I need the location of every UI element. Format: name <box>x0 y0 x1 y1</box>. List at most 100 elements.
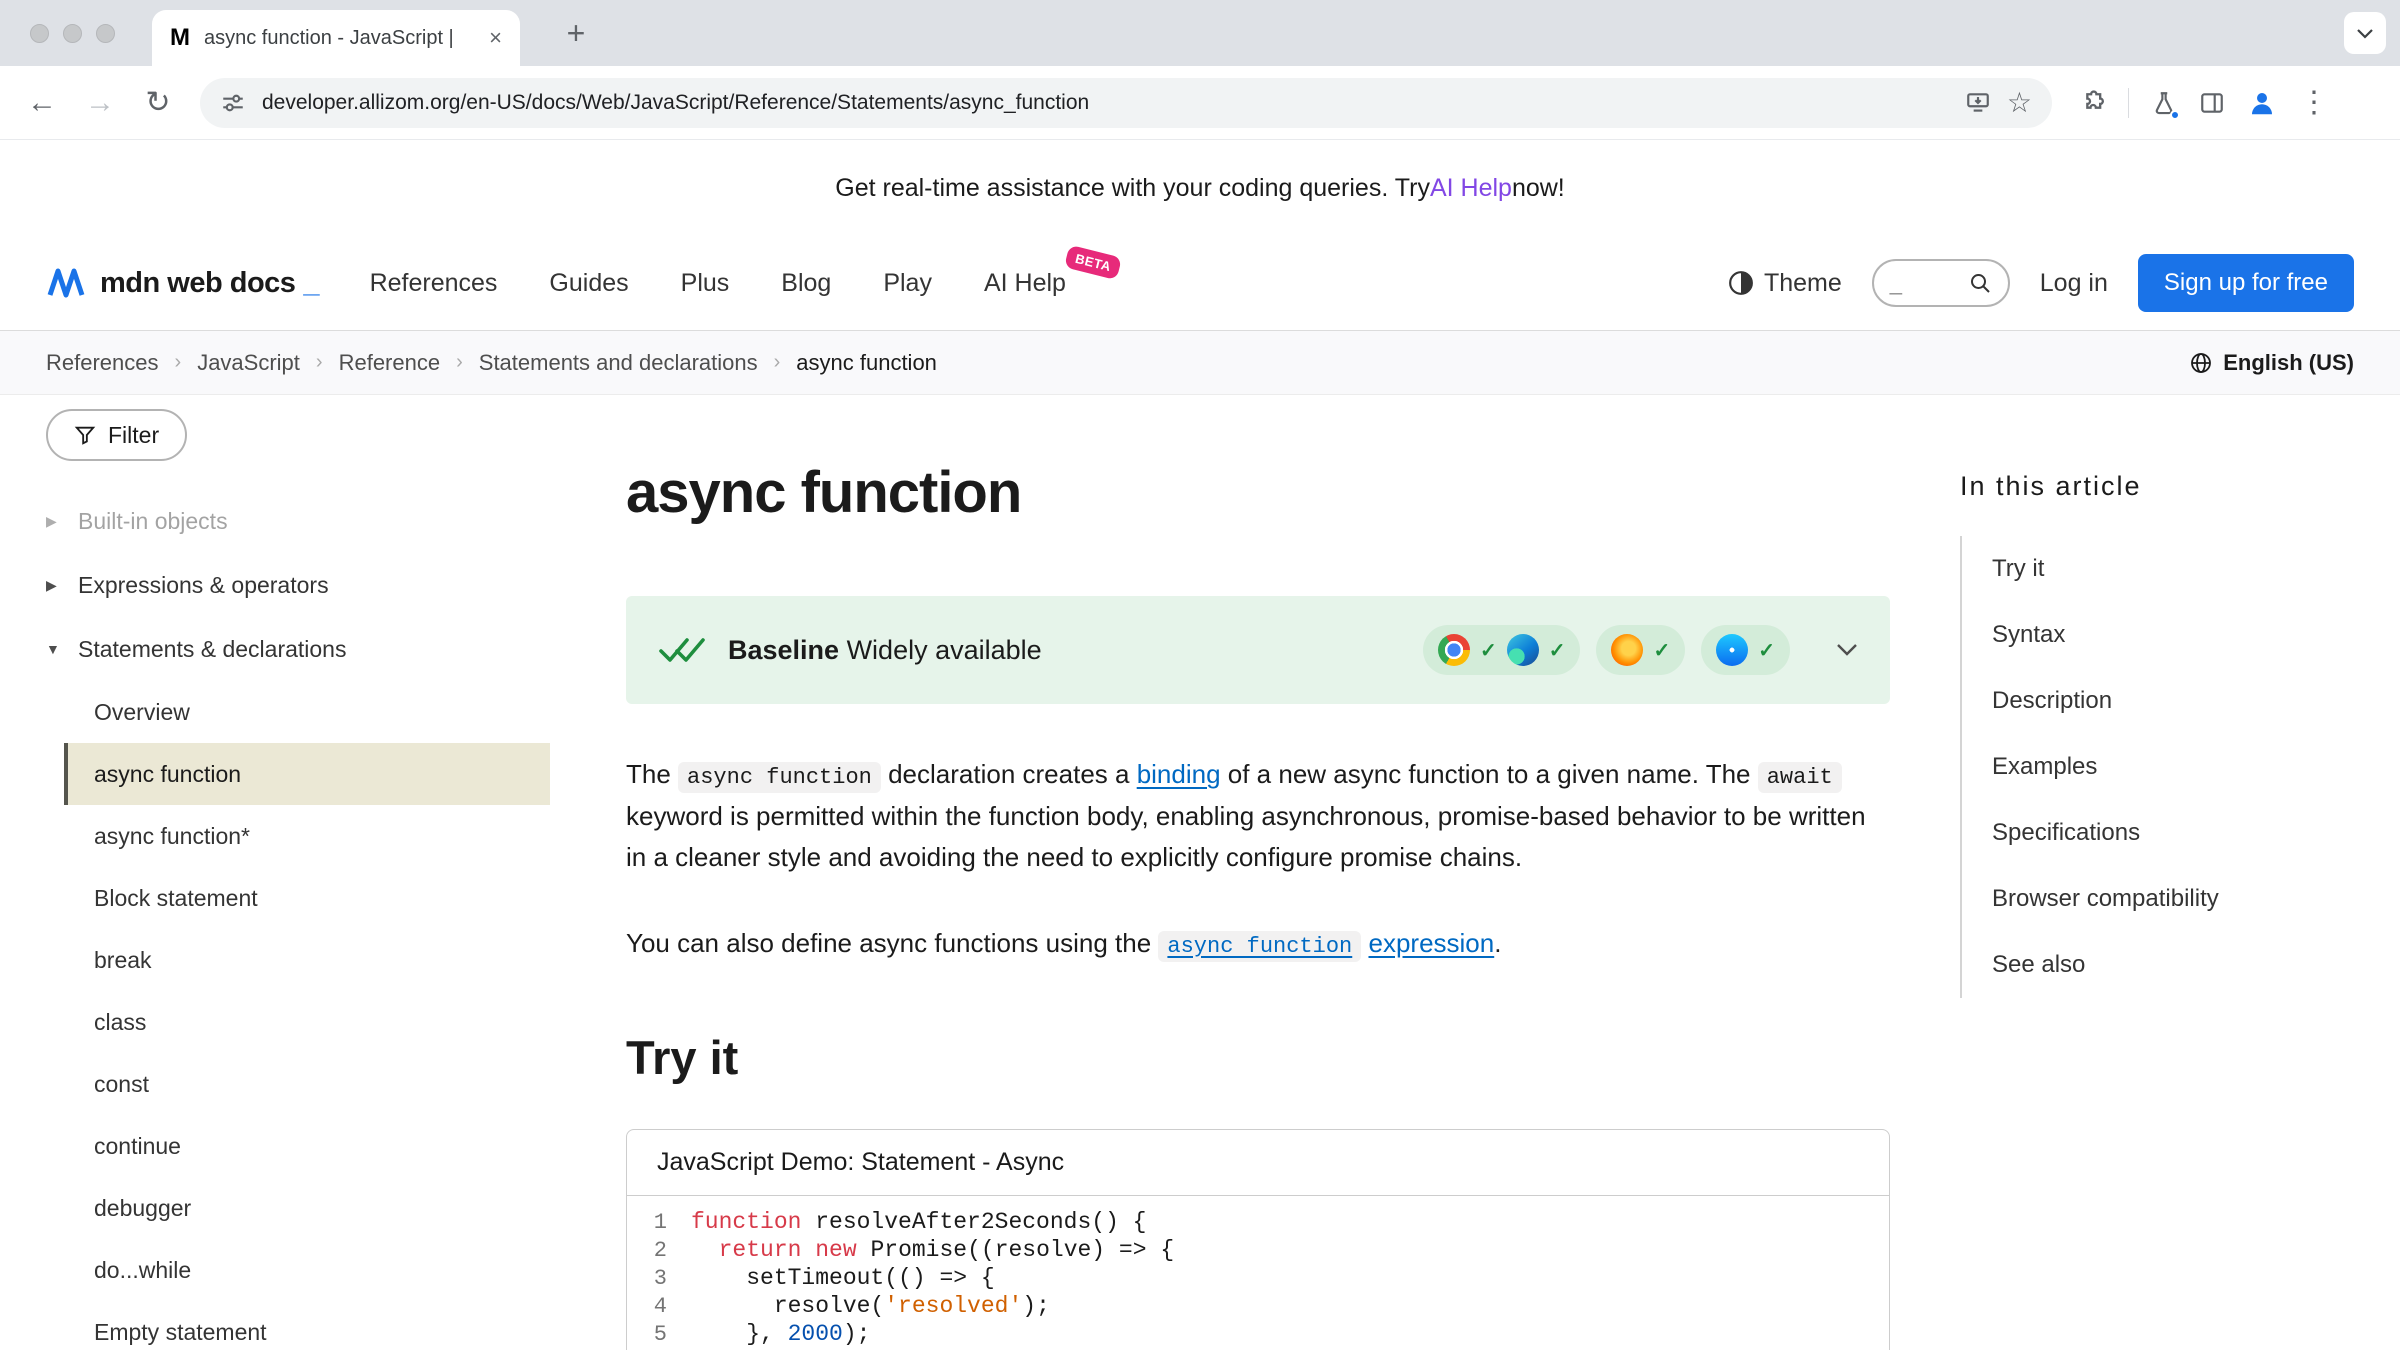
line-number: 3 <box>627 1266 691 1291</box>
promo-ai-help-link[interactable]: AI Help <box>1430 174 1512 203</box>
code-token <box>801 1237 815 1263</box>
window-controls <box>30 24 115 43</box>
side-panel-icon[interactable] <box>2199 90 2225 116</box>
breadcrumb-separator-icon: › <box>316 351 323 374</box>
sidebar-section-label: Built-in objects <box>78 508 228 535</box>
sidebar-item-do-while[interactable]: do...while <box>64 1239 550 1301</box>
toolbar-separator <box>2128 88 2129 118</box>
code-text: setTimeout(() => { <box>691 1265 995 1291</box>
toc-link-see-also[interactable]: See also <box>1992 951 2085 978</box>
check-icon: ✓ <box>1480 638 1497 663</box>
sidebar-section-built-in-objects[interactable]: ▶ Built-in objects <box>46 489 550 553</box>
beta-badge: BETA <box>1064 244 1122 279</box>
breadcrumb-item-statements-and-declarations[interactable]: Statements and declarations <box>479 350 758 376</box>
forward-button[interactable]: → <box>76 79 124 127</box>
maximize-window-button[interactable] <box>96 24 115 43</box>
sidebar-item-async-function[interactable]: async function* <box>64 805 550 867</box>
sidebar-item-const[interactable]: const <box>64 1053 550 1115</box>
text: . <box>1494 928 1501 958</box>
sidebar-item-class[interactable]: class <box>64 991 550 1053</box>
browser-toolbar: ← → ↻ developer.allizom.org/en-US/docs/W… <box>0 66 2400 140</box>
theme-toggle[interactable]: Theme <box>1728 269 1842 298</box>
minimize-window-button[interactable] <box>63 24 82 43</box>
code-token: new <box>815 1237 856 1263</box>
line-number: 2 <box>627 1238 691 1263</box>
chevron-collapsed-icon: ▶ <box>46 513 64 530</box>
reload-button[interactable]: ↻ <box>134 79 182 127</box>
tab-search-button[interactable] <box>2344 12 2386 54</box>
nav-item-blog[interactable]: Blog <box>781 269 831 298</box>
profile-avatar-icon[interactable] <box>2247 88 2277 118</box>
text: keyword is permitted within the function… <box>626 801 1866 873</box>
sidebar-item-debugger[interactable]: debugger <box>64 1177 550 1239</box>
code-editor[interactable]: 1function resolveAfter2Seconds() {2 retu… <box>627 1196 1889 1350</box>
breadcrumb-item-reference[interactable]: Reference <box>339 350 441 376</box>
browser-menu-icon[interactable]: ⋮ <box>2299 85 2329 120</box>
baseline-expand-button[interactable] <box>1836 643 1858 657</box>
extensions-icon[interactable] <box>2078 89 2106 117</box>
breadcrumb-separator-icon: › <box>456 351 463 374</box>
breadcrumb: References›JavaScript›Reference›Statemen… <box>46 350 937 376</box>
toc-link-syntax[interactable]: Syntax <box>1992 621 2065 648</box>
text: declaration creates a <box>881 759 1137 789</box>
search-input[interactable]: _ <box>1872 259 2010 307</box>
header-right: Theme _ Log in Sign up for free <box>1728 254 2354 312</box>
toc-item-description: Description <box>1962 668 2320 734</box>
toc-link-try-it[interactable]: Try it <box>1992 555 2044 582</box>
browser-tab[interactable]: M async function - JavaScript | × <box>152 10 520 66</box>
sidebar-item-async-function[interactable]: async function <box>64 743 550 805</box>
table-of-contents: In this article Try itSyntaxDescriptionE… <box>1960 395 2320 1350</box>
search-icon <box>1968 271 1992 295</box>
sidebar-item-empty-statement[interactable]: Empty statement <box>64 1301 550 1350</box>
baseline-text: Baseline Widely available <box>728 635 1042 666</box>
new-tab-button[interactable]: + <box>556 13 596 53</box>
code-link-async-function[interactable]: async function <box>1158 928 1361 958</box>
sidebar-section-expressions-operators[interactable]: ▶Expressions & operators <box>46 553 550 617</box>
signup-button[interactable]: Sign up for free <box>2138 254 2354 312</box>
firefox-icon <box>1611 634 1643 666</box>
toc-link-examples[interactable]: Examples <box>1992 753 2097 780</box>
filter-button[interactable]: Filter <box>46 409 187 461</box>
code-text: }, 2000); <box>691 1321 870 1347</box>
sidebar-section-statements-declarations[interactable]: ▼Statements & declarations <box>46 617 550 681</box>
inline-code: async function <box>678 762 881 793</box>
sidebar: Filter ▶ Built-in objects ▶Expressions & o… <box>0 395 590 1350</box>
language-switcher[interactable]: English (US) <box>2189 350 2354 376</box>
text-link-binding[interactable]: binding <box>1137 759 1221 789</box>
sidebar-item-break[interactable]: break <box>64 929 550 991</box>
promo-banner: Get real-time assistance with your codin… <box>0 140 2400 236</box>
toc-link-browser-compatibility[interactable]: Browser compatibility <box>1992 885 2219 912</box>
nav-item-plus[interactable]: Plus <box>681 269 730 298</box>
language-label: English (US) <box>2223 350 2354 376</box>
sidebar-item-overview[interactable]: Overview <box>64 681 550 743</box>
back-button[interactable]: ← <box>18 79 66 127</box>
breadcrumb-item-async-function[interactable]: async function <box>796 350 937 376</box>
labs-button[interactable] <box>2151 90 2177 116</box>
chrome-icon <box>1438 634 1470 666</box>
mdn-logo[interactable]: mdn web docs _ <box>46 267 320 300</box>
text-link-expression[interactable]: expression <box>1368 928 1494 958</box>
nav-item-ai-help[interactable]: AI HelpBETA <box>984 269 1066 298</box>
code-token: ); <box>1022 1293 1050 1319</box>
toc-link-specifications[interactable]: Specifications <box>1992 819 2140 846</box>
baseline-browser-groups: ✓✓✓✓ <box>1423 625 1790 675</box>
filter-label: Filter <box>108 422 159 449</box>
close-tab-icon[interactable]: × <box>489 25 502 51</box>
install-icon[interactable] <box>1965 90 1991 116</box>
nav-item-references[interactable]: References <box>370 269 498 298</box>
site-settings-icon[interactable] <box>220 90 246 116</box>
breadcrumb-item-javascript[interactable]: JavaScript <box>197 350 300 376</box>
toc-link-description[interactable]: Description <box>1992 687 2112 714</box>
url-bar[interactable]: developer.allizom.org/en-US/docs/Web/Jav… <box>200 78 2052 128</box>
article: async function Baseline Widely available… <box>590 395 1890 1350</box>
browser-support-group: ✓ <box>1701 625 1790 675</box>
close-window-button[interactable] <box>30 24 49 43</box>
url-text[interactable]: developer.allizom.org/en-US/docs/Web/Jav… <box>262 91 1949 115</box>
sidebar-item-block-statement[interactable]: Block statement <box>64 867 550 929</box>
sidebar-item-continue[interactable]: continue <box>64 1115 550 1177</box>
login-link[interactable]: Log in <box>2040 269 2108 298</box>
nav-item-play[interactable]: Play <box>883 269 932 298</box>
bookmark-star-icon[interactable]: ☆ <box>2007 89 2032 117</box>
nav-item-guides[interactable]: Guides <box>549 269 628 298</box>
breadcrumb-item-references[interactable]: References <box>46 350 159 376</box>
